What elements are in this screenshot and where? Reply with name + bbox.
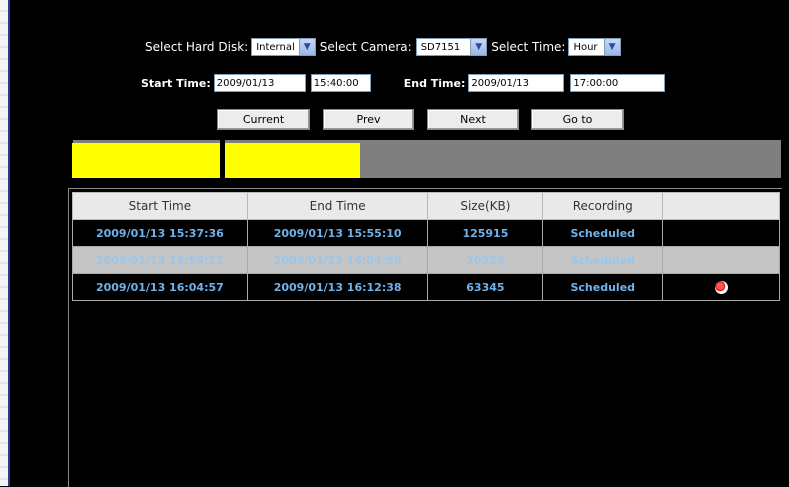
camera-select[interactable]: SD7151 ▼ — [415, 38, 488, 56]
column-header-end-time[interactable]: End Time — [246, 192, 429, 220]
timeline-segment[interactable] — [225, 143, 360, 178]
next-button[interactable]: Next — [427, 109, 519, 130]
action-cell — [662, 219, 780, 247]
hard-disk-value: Internal — [256, 41, 295, 53]
size-cell[interactable]: 125915 — [427, 219, 544, 247]
start-time-cell[interactable]: 2009/01/13 15:37:36 — [72, 219, 248, 247]
action-cell — [662, 273, 780, 301]
start-time-cell[interactable]: 2009/01/13 15:55:11 — [72, 246, 248, 274]
end-time-cell[interactable]: 2009/01/13 16:12:38 — [246, 273, 429, 301]
table-header-row: Start Time End Time Size(KB) Recording — [72, 192, 780, 220]
size-cell[interactable]: 70225 — [427, 246, 544, 274]
camera-label: Select Camera: — [319, 40, 412, 54]
chevron-down-icon[interactable]: ▼ — [603, 39, 620, 55]
recording-type-cell[interactable]: Scheduled — [542, 246, 664, 274]
time-range-row: Start Time: 2009/01/13 15:40:00 End Time… — [141, 72, 666, 94]
left-frame-edge — [8, 0, 10, 486]
start-time-cell[interactable]: 2009/01/13 16:04:57 — [72, 273, 248, 301]
end-time-cell[interactable]: 2009/01/13 16:04:56 — [246, 246, 429, 274]
recording-type-cell[interactable]: Scheduled — [542, 219, 664, 247]
camera-value: SD7151 — [420, 41, 461, 53]
column-header-action — [662, 192, 780, 220]
start-date-field[interactable]: 2009/01/13 — [213, 74, 306, 92]
hard-disk-select[interactable]: Internal ▼ — [251, 38, 316, 56]
left-frame-rail — [0, 0, 8, 486]
table-row[interactable]: 2009/01/13 15:55:11 2009/01/13 16:04:56 … — [72, 246, 780, 274]
timeline-segment[interactable] — [72, 143, 220, 178]
record-disc-icon[interactable] — [714, 280, 728, 294]
current-button[interactable]: Current — [217, 109, 310, 130]
time-label: Select Time: — [491, 40, 566, 54]
end-time-cell[interactable]: 2009/01/13 15:55:10 — [246, 219, 429, 247]
end-date-field[interactable]: 2009/01/13 — [468, 74, 565, 92]
prev-button[interactable]: Prev — [323, 109, 414, 130]
recording-type-cell[interactable]: Scheduled — [542, 273, 664, 301]
size-cell[interactable]: 63345 — [427, 273, 544, 301]
hard-disk-label: Select Hard Disk: — [145, 40, 249, 54]
end-time-label: End Time: — [403, 76, 466, 90]
time-value: Hour — [573, 41, 598, 53]
column-header-size[interactable]: Size(KB) — [427, 192, 544, 220]
start-time-label: Start Time: — [141, 76, 211, 90]
recordings-table-panel: Start Time End Time Size(KB) Recording 2… — [68, 188, 782, 487]
table-row[interactable]: 2009/01/13 15:37:36 2009/01/13 15:55:10 … — [72, 219, 780, 247]
end-clock-field[interactable]: 17:00:00 — [570, 74, 666, 92]
action-cell — [662, 246, 780, 274]
recordings-table: Start Time End Time Size(KB) Recording 2… — [72, 192, 780, 301]
time-select[interactable]: Hour ▼ — [568, 38, 621, 56]
chevron-down-icon[interactable]: ▼ — [470, 39, 487, 55]
table-row[interactable]: 2009/01/13 16:04:57 2009/01/13 16:12:38 … — [72, 273, 780, 301]
column-header-start-time[interactable]: Start Time — [72, 192, 248, 220]
start-clock-field[interactable]: 15:40:00 — [310, 74, 371, 92]
selection-row: Select Hard Disk: Internal ▼ Select Came… — [145, 36, 625, 58]
chevron-down-icon[interactable]: ▼ — [298, 39, 315, 55]
column-header-recording[interactable]: Recording — [542, 192, 664, 220]
recording-timeline[interactable] — [68, 140, 781, 178]
goto-button[interactable]: Go to — [531, 109, 624, 130]
